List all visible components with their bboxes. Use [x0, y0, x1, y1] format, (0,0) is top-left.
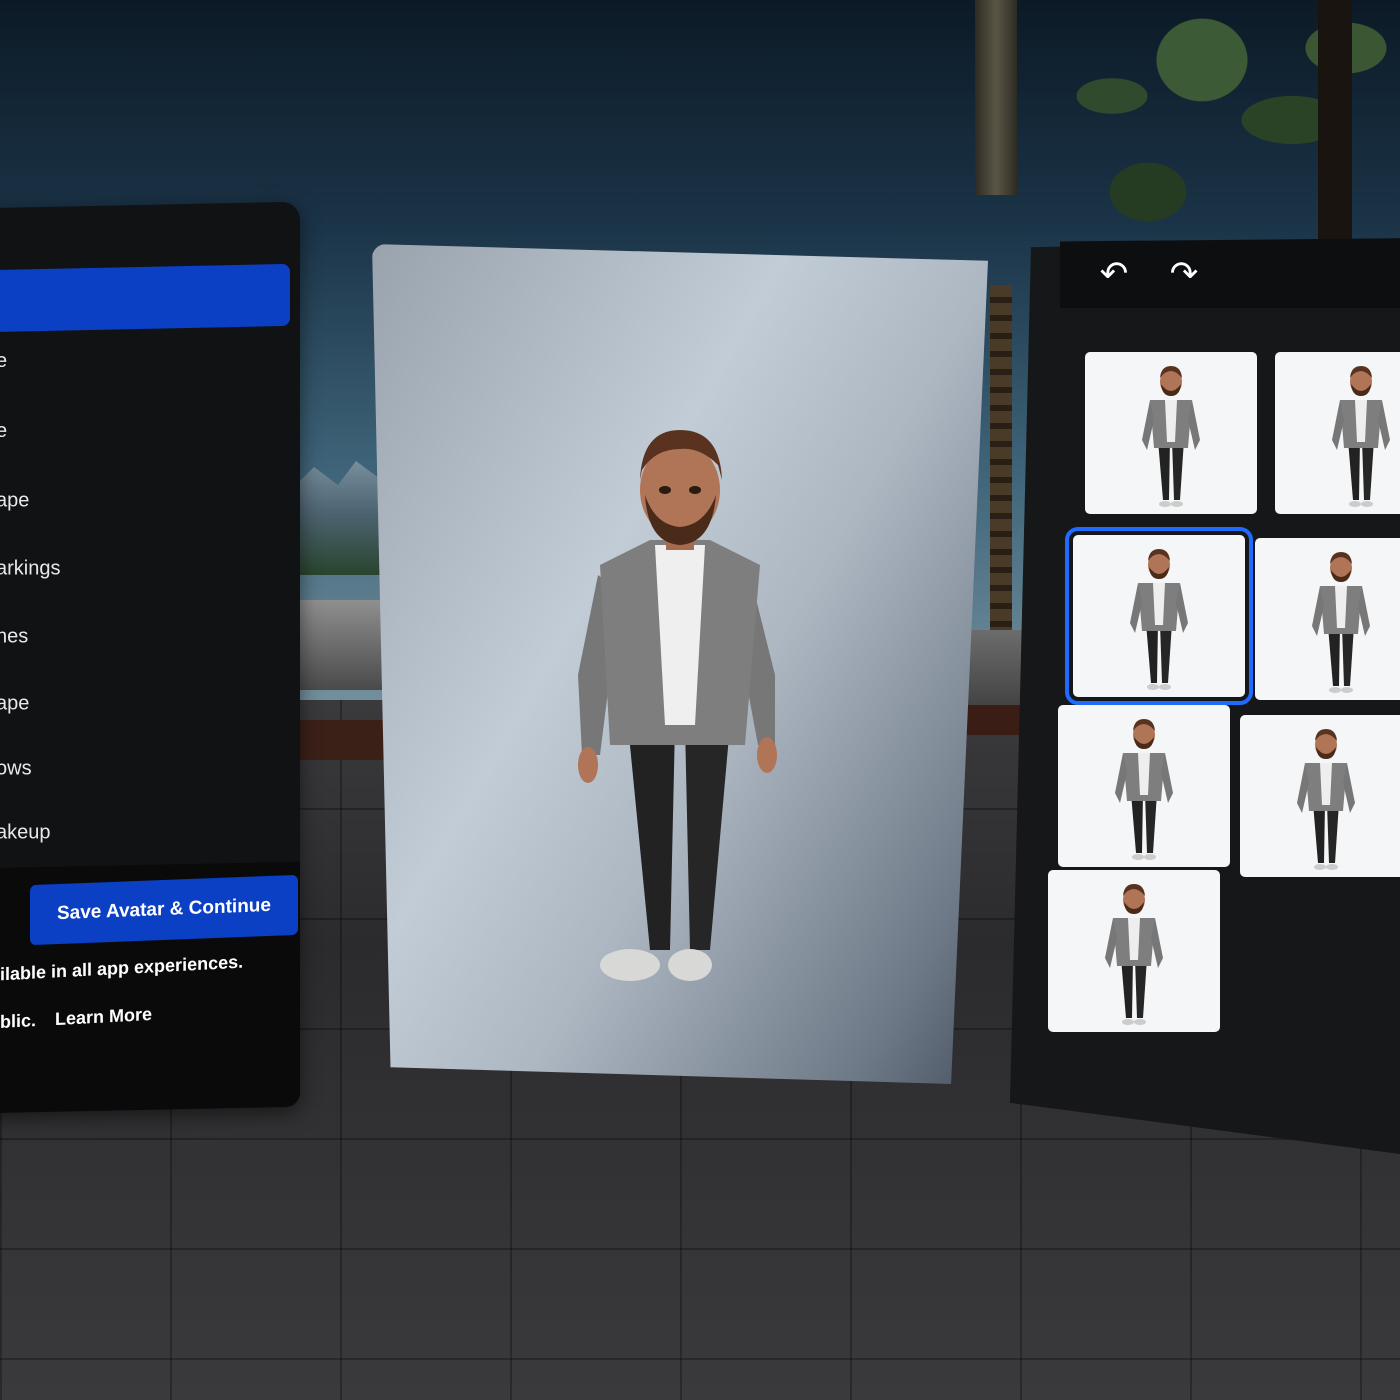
- avatar-option-4[interactable]: [1255, 538, 1400, 700]
- avatar-thumbnail-figure: [1115, 719, 1173, 860]
- avatar-option-6[interactable]: [1240, 715, 1400, 877]
- menu-item-1[interactable]: e: [0, 350, 7, 373]
- avatar-thumbnail-figure: [1130, 549, 1188, 690]
- avatar-thumbnail-figure: [1312, 552, 1370, 693]
- menu-item-5[interactable]: nes: [0, 626, 28, 649]
- avatar-option-3[interactable]: [1065, 527, 1253, 705]
- menu-item-3[interactable]: ape: [0, 490, 29, 513]
- avatar-thumbnail-figure: [1332, 366, 1390, 507]
- menu-item-8[interactable]: akeup: [0, 821, 51, 844]
- avatar-figure[interactable]: [570, 425, 790, 995]
- learn-more-link[interactable]: Learn More: [55, 1004, 152, 1029]
- wooden-scaffold: [990, 285, 1012, 665]
- menu-item-6[interactable]: ape: [0, 693, 29, 716]
- menu-item-2[interactable]: e: [0, 420, 7, 443]
- redo-icon[interactable]: ↷: [1162, 252, 1206, 296]
- selected-category-highlight[interactable]: [0, 263, 290, 333]
- tree-trunk: [1318, 0, 1352, 240]
- avatar-thumbnail-figure: [1142, 366, 1200, 507]
- avatar-option-1[interactable]: [1085, 352, 1257, 514]
- avatar-option-5[interactable]: [1058, 705, 1230, 867]
- privacy-note-text: blic.: [0, 1010, 37, 1032]
- menu-item-4[interactable]: arkings: [0, 557, 60, 580]
- undo-icon[interactable]: ↶: [1092, 252, 1136, 296]
- avatar-option-7[interactable]: [1048, 870, 1220, 1032]
- save-avatar-continue-button[interactable]: Save Avatar & Continue: [30, 874, 298, 946]
- avatar-thumbnail-figure: [1105, 884, 1163, 1025]
- menu-item-7[interactable]: ows: [0, 758, 32, 781]
- avatar-option-2[interactable]: [1275, 352, 1400, 514]
- avatar-thumbnail-figure: [1297, 729, 1355, 870]
- background-tower: [975, 0, 1017, 195]
